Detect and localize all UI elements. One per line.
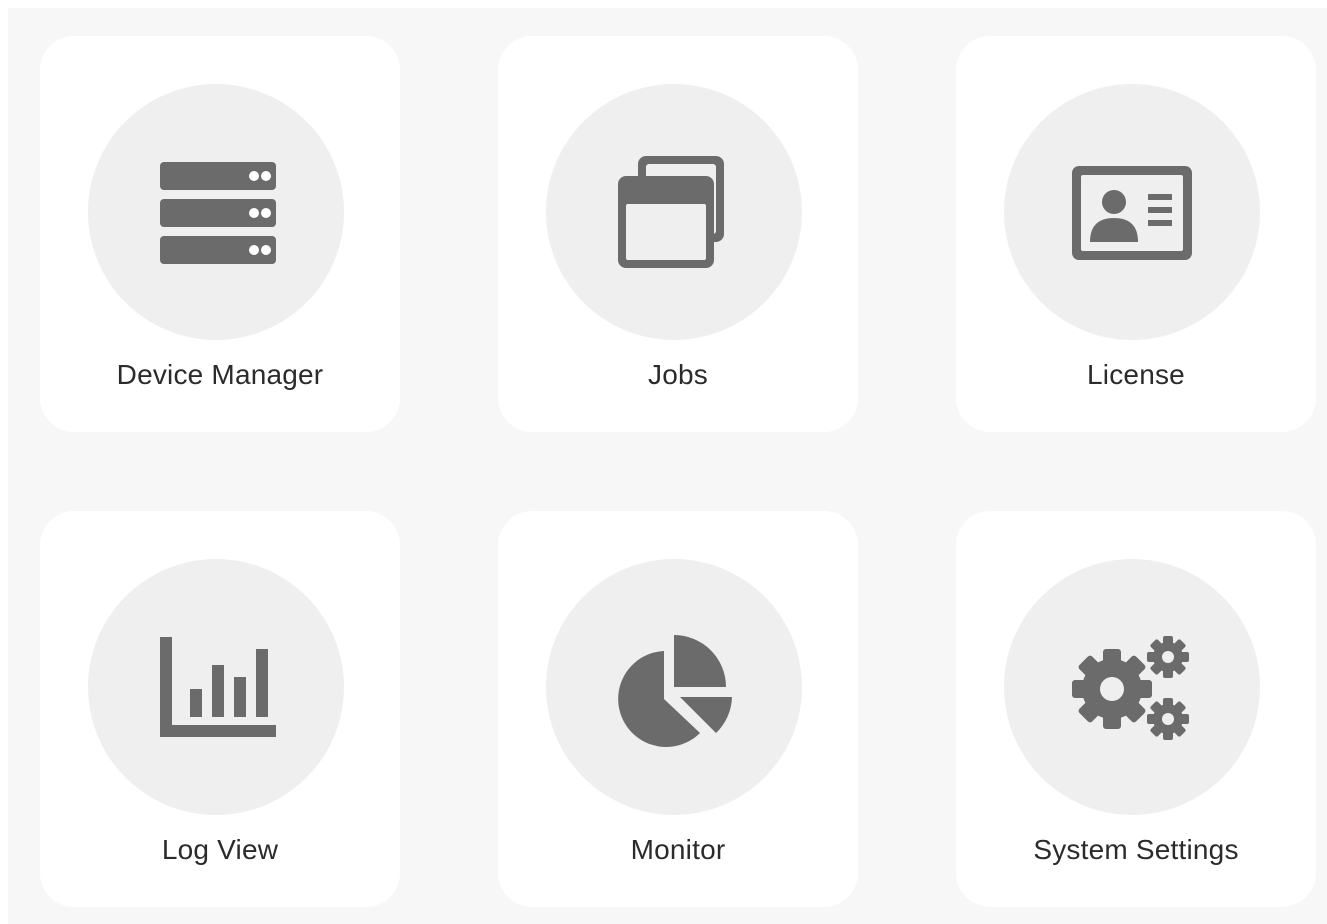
tile-license[interactable]: License [956,36,1316,432]
tile-label: License [1087,359,1185,390]
icon-circle [1004,559,1260,815]
id-card-icon [1072,166,1192,260]
tile-device-manager[interactable]: Device Manager [40,36,400,432]
icon-circle [546,559,802,815]
icon-circle [88,559,344,815]
pie-chart-icon [618,635,732,747]
icon-circle [88,84,344,340]
tile-monitor[interactable]: Monitor [498,511,858,907]
tile-system-settings[interactable]: System Settings [956,511,1316,907]
launcher-panel: Device Manager Jobs License Log View Mon… [8,8,1327,924]
tile-label: Jobs [648,359,708,390]
server-stack-icon [160,162,276,264]
tile-label: System Settings [1033,834,1239,865]
tile-log-view[interactable]: Log View [40,511,400,907]
gears-icon [1072,636,1189,740]
tile-jobs[interactable]: Jobs [498,36,858,432]
tile-label: Device Manager [116,359,324,390]
bar-chart-icon [160,637,276,737]
windows-stack-icon [618,156,724,268]
icon-circle [546,84,802,340]
tile-label: Monitor [630,834,726,865]
icon-circle [1004,84,1260,340]
tile-label: Log View [161,834,279,865]
